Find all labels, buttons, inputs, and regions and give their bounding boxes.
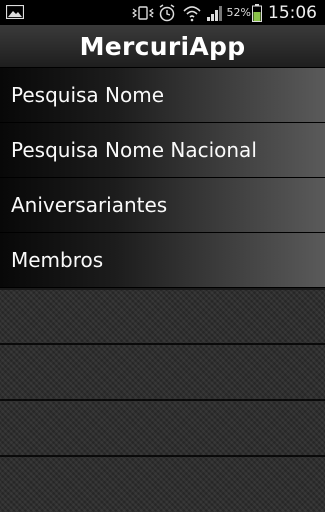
- alarm-icon: [159, 3, 174, 21]
- app-title: MercuriApp: [79, 31, 246, 61]
- menu-item-label: Pesquisa Nome: [11, 83, 165, 107]
- menu-item-label: Aniversariantes: [11, 193, 168, 217]
- battery-percent: 52%: [226, 6, 251, 19]
- wifi-icon: [182, 5, 201, 21]
- list-divider: [0, 399, 325, 401]
- list-divider: [0, 455, 325, 457]
- main-menu: Pesquisa Nome Pesquisa Nome Nacional Ani…: [0, 68, 325, 288]
- menu-item-membros[interactable]: Membros: [0, 233, 325, 288]
- status-bar: 52% 15:06: [0, 0, 325, 25]
- empty-list-area: [0, 290, 325, 512]
- menu-item-pesquisa-nome[interactable]: Pesquisa Nome: [0, 68, 325, 123]
- signal-icon: [206, 5, 222, 21]
- gallery-icon: [6, 5, 24, 19]
- list-divider: [0, 343, 325, 345]
- menu-item-label: Pesquisa Nome Nacional: [11, 138, 257, 162]
- menu-item-aniversariantes[interactable]: Aniversariantes: [0, 178, 325, 233]
- menu-item-pesquisa-nome-nacional[interactable]: Pesquisa Nome Nacional: [0, 123, 325, 178]
- clock: 15:06: [268, 2, 317, 23]
- vibrate-icon: [131, 5, 154, 20]
- menu-item-label: Membros: [11, 248, 104, 272]
- battery-icon: [252, 3, 262, 22]
- app-title-bar: MercuriApp: [0, 25, 325, 68]
